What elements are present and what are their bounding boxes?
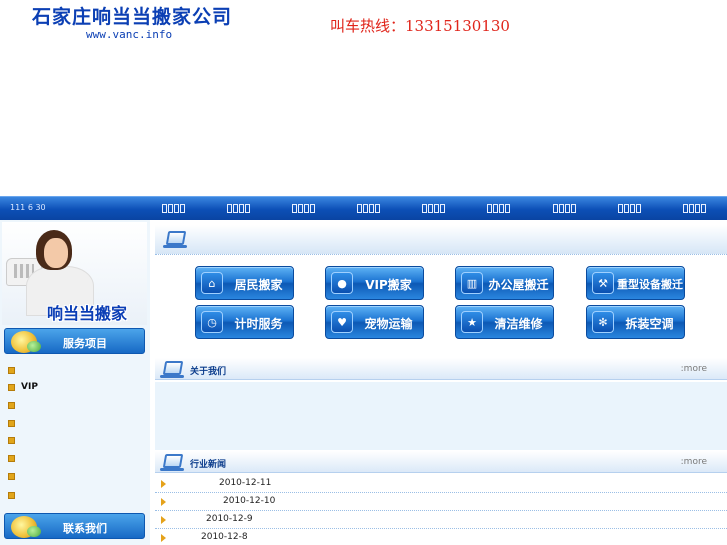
sidebar-item-1[interactable] <box>8 363 21 377</box>
company-name[interactable]: 石家庄响当当搬家公司 <box>32 2 232 29</box>
window-icon <box>163 229 187 249</box>
arrow-icon <box>161 498 166 506</box>
bullet-icon <box>8 436 15 444</box>
news-item[interactable]: 2010-12-8 <box>155 529 727 545</box>
nav-item-2[interactable] <box>218 201 258 215</box>
service-button-residential[interactable]: ⌂ 居民搬家 <box>195 266 294 300</box>
about-body <box>155 382 727 450</box>
nav-item-7[interactable] <box>544 201 584 215</box>
arrow-icon <box>161 480 166 488</box>
nav-item-5[interactable] <box>413 201 453 215</box>
operator-photo: 响当当搬家 <box>2 222 147 325</box>
news-date: 2010-12-10 <box>223 496 276 506</box>
services-header <box>155 225 727 255</box>
service-button-vip[interactable]: ● VIP搬家 <box>325 266 424 300</box>
bullet-icon <box>8 419 15 427</box>
news-title: 行业新闻 <box>190 460 227 470</box>
nav-date: 111 6 30 <box>10 203 46 212</box>
bullet-icon <box>8 491 15 499</box>
arrow-icon <box>161 534 166 542</box>
photo-caption: 响当当搬家 <box>47 304 128 323</box>
sidebar-item-4[interactable] <box>8 416 21 430</box>
nav-item-9[interactable] <box>674 201 714 215</box>
about-header: 关于我们 :more <box>155 358 727 380</box>
news-item[interactable]: 2010-12-9 <box>155 511 727 529</box>
company-url[interactable]: www.vanc.info <box>86 28 172 41</box>
sidebar-item-8[interactable] <box>8 488 21 502</box>
contact-heading: 联系我们 <box>4 513 145 539</box>
bullet-icon <box>8 472 15 480</box>
nav-item-4[interactable] <box>348 201 388 215</box>
wrench-icon: ⚒ <box>592 272 614 294</box>
service-button-cleaning[interactable]: ★ 清洁维修 <box>455 305 554 339</box>
snowflake-icon: ✻ <box>592 311 614 333</box>
bullet-icon <box>8 454 15 462</box>
clock-icon: ◷ <box>201 311 223 333</box>
news-item[interactable]: 2010-12-11 <box>155 475 727 493</box>
news-date: 2010-12-11 <box>219 478 272 488</box>
sidebar-item-5[interactable] <box>8 433 21 447</box>
bullet-icon <box>8 366 15 374</box>
sidebar-item-7[interactable] <box>8 469 21 483</box>
about-more-link[interactable]: :more <box>681 364 707 374</box>
news-item[interactable]: 2010-12-10 <box>155 493 727 511</box>
services-heading: 服务项目 <box>4 328 145 354</box>
sidebar: 响当当搬家 服务项目 VIP 联系我们 <box>0 220 150 545</box>
bullet-icon <box>8 401 15 409</box>
heart-icon: ♥ <box>331 311 353 333</box>
nav-item-6[interactable] <box>478 201 518 215</box>
main-content: ⌂ 居民搬家 ● VIP搬家 ▥ 办公屋搬迁 ⚒ 重型设备搬迁 ◷ 计时服务 ♥… <box>150 220 727 545</box>
sidebar-item-6[interactable] <box>8 451 21 465</box>
news-date: 2010-12-8 <box>201 532 248 542</box>
hotline: 叫车热线：13315130130 <box>330 17 510 35</box>
about-title: 关于我们 <box>190 367 227 377</box>
news-more-link[interactable]: :more <box>681 457 707 467</box>
service-button-hourly[interactable]: ◷ 计时服务 <box>195 305 294 339</box>
arrow-icon <box>161 516 166 524</box>
user-icon: ● <box>331 272 353 294</box>
window-icon <box>160 359 184 379</box>
nav-bar: 111 6 30 <box>0 196 727 220</box>
nav-item-3[interactable] <box>283 201 323 215</box>
news-header: 行业新闻 :more <box>155 451 727 473</box>
nav-item-1[interactable] <box>153 201 193 215</box>
news-date: 2010-12-9 <box>206 514 253 524</box>
nav-item-8[interactable] <box>609 201 649 215</box>
home-icon: ⌂ <box>201 272 223 294</box>
bullet-icon <box>8 383 15 391</box>
header: 石家庄响当当搬家公司 www.vanc.info 叫车热线：1331513013… <box>0 0 727 196</box>
star-icon: ★ <box>461 311 483 333</box>
service-button-aircon[interactable]: ✻ 拆装空调 <box>586 305 685 339</box>
sidebar-item-3[interactable] <box>8 398 21 412</box>
page: 石家庄响当当搬家公司 www.vanc.info 叫车热线：1331513013… <box>0 0 727 545</box>
service-button-heavy-equipment[interactable]: ⚒ 重型设备搬迁 <box>586 266 685 300</box>
service-button-office[interactable]: ▥ 办公屋搬迁 <box>455 266 554 300</box>
window-icon <box>160 452 184 472</box>
service-button-pet[interactable]: ♥ 宠物运输 <box>325 305 424 339</box>
office-icon: ▥ <box>461 272 483 294</box>
sidebar-item-vip[interactable]: VIP <box>8 380 38 394</box>
